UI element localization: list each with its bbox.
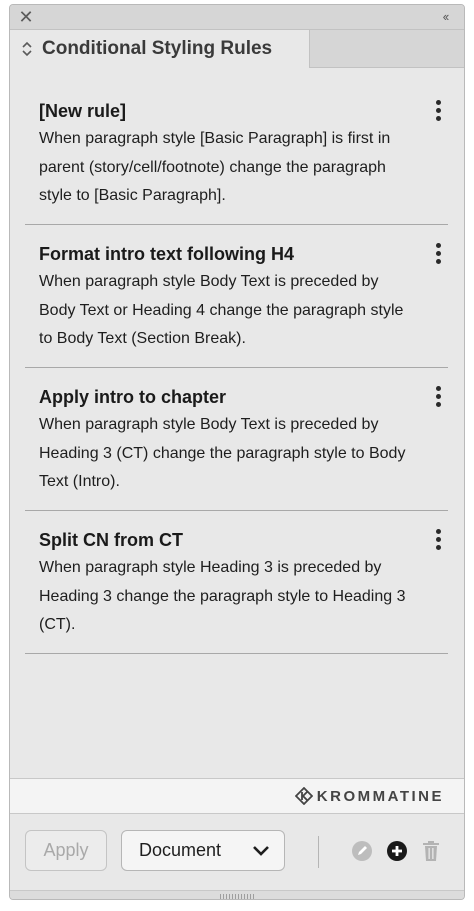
panel-footer: Apply Document [10, 814, 464, 890]
apply-button[interactable]: Apply [25, 830, 107, 871]
scope-selected-value: Document [139, 840, 222, 860]
edit-disabled-icon[interactable] [351, 840, 373, 862]
rule-item[interactable]: [New rule] When paragraph style [Basic P… [25, 82, 448, 225]
trash-icon[interactable] [420, 840, 442, 862]
more-options-icon[interactable] [430, 100, 446, 124]
grip-lines [220, 894, 254, 899]
panel-titlebar: ✕ ‹‹ [10, 5, 464, 30]
tab-conditional-styling-rules[interactable]: Conditional Styling Rules [10, 30, 310, 68]
close-icon[interactable]: ✕ [16, 7, 36, 27]
rule-description: When paragraph style Body Text is preced… [39, 416, 406, 490]
rules-list: [New rule] When paragraph style [Basic P… [25, 82, 448, 654]
rule-title: Format intro text following H4 [39, 244, 294, 264]
chevron-down-icon [253, 846, 269, 856]
krommatine-logo-icon [294, 787, 313, 805]
rule-item[interactable]: Apply intro to chapter When paragraph st… [25, 368, 448, 511]
more-options-icon[interactable] [430, 243, 446, 267]
tab-menu-chevrons-icon[interactable] [20, 39, 34, 59]
rule-description: When paragraph style Heading 3 is preced… [39, 559, 406, 633]
rule-title: Apply intro to chapter [39, 387, 227, 407]
brand: KROMMATINE [294, 787, 444, 805]
add-circle-icon[interactable] [386, 840, 408, 862]
rule-item[interactable]: Split CN from CT When paragraph style He… [25, 511, 448, 654]
rule-description: When paragraph style Body Text is preced… [39, 273, 404, 347]
panel-title: Conditional Styling Rules [42, 38, 273, 59]
resize-grip[interactable] [10, 890, 464, 899]
scope-dropdown[interactable]: Document [121, 830, 285, 871]
conditional-styling-panel: ✕ ‹‹ Conditional Styling Rules [New rule… [9, 4, 465, 900]
rule-item[interactable]: Format intro text following H4 When para… [25, 225, 448, 368]
brand-name: KROMMATINE [316, 787, 444, 805]
rule-title: Split CN from CT [39, 530, 183, 550]
rule-description: When paragraph style [Basic Paragraph] i… [39, 130, 391, 204]
footer-divider [318, 836, 319, 868]
more-options-icon[interactable] [430, 386, 446, 410]
collapse-panel-icon[interactable]: ‹‹ [434, 8, 456, 26]
panel-tabstrip: Conditional Styling Rules [10, 30, 464, 68]
rule-title: [New rule] [39, 101, 127, 121]
more-options-icon[interactable] [430, 529, 446, 553]
brand-bar: KROMMATINE [10, 778, 464, 814]
